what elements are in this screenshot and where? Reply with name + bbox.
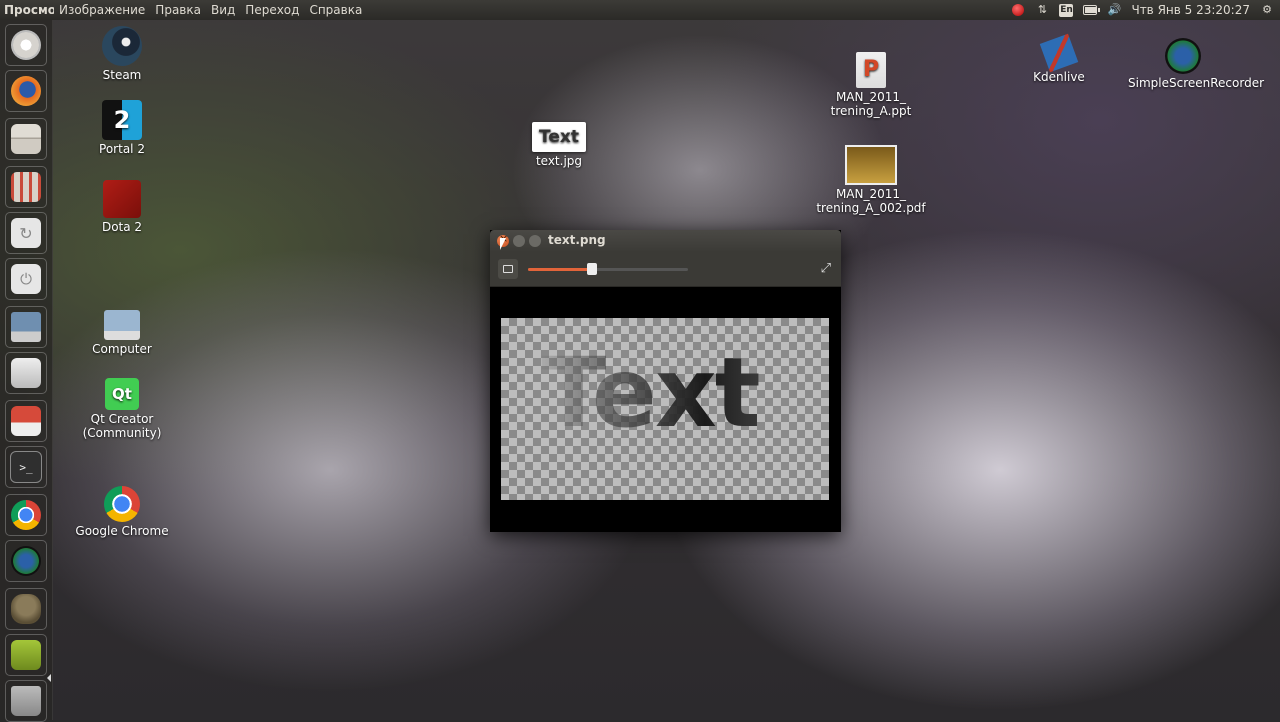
launcher: ↻ ⏻ >_ [0, 20, 53, 720]
terminal-icon: >_ [10, 451, 42, 483]
install-icon [11, 406, 41, 436]
launcher-remote-desktop[interactable] [5, 306, 47, 348]
launcher-ubuntu-dash[interactable] [5, 24, 47, 66]
desktop-icon-simplescreenrecorder[interactable]: SimpleScreenRecorder [1128, 38, 1265, 90]
ubuntu-logo-icon [11, 30, 41, 60]
system-tray: ⇅ En 🔊 Чтв Янв 5 23:20:27 ⚙ [1011, 0, 1274, 20]
keyboard-layout-label: En [1059, 3, 1074, 17]
zoom-slider[interactable] [528, 263, 688, 275]
desktop-icon-label: Qt Creator (Community) [82, 412, 162, 440]
menu-image[interactable]: Изображение [54, 0, 150, 20]
pdf-file-icon [845, 145, 897, 185]
desktop-icon-label: MAN_2011_ trening_A_002.pdf [816, 187, 926, 215]
network-icon[interactable]: ⇅ [1035, 3, 1049, 17]
launcher-firefox[interactable] [5, 70, 47, 112]
ppt-file-icon: P [856, 52, 886, 88]
launcher-trash[interactable] [5, 680, 47, 722]
launcher-gimp[interactable] [5, 588, 47, 630]
qt-creator-icon: Qt [105, 378, 139, 410]
active-app-name: Просмотр [4, 3, 54, 17]
tools-icon [11, 358, 41, 388]
desktop-icon-pdf-file[interactable]: MAN_2011_ trening_A_002.pdf [816, 145, 926, 215]
image-file-icon: Text [532, 122, 586, 152]
desktop-icon-dota2[interactable]: Dota 2 [67, 180, 177, 234]
zoom-slider-handle[interactable] [587, 263, 597, 275]
desktop-icon-label: MAN_2011_ trening_A.ppt [830, 90, 912, 118]
image-content-text: Text [541, 337, 761, 449]
desktop-icon-kdenlive[interactable]: Kdenlive [1004, 33, 1114, 84]
menu-help[interactable]: Справка [304, 0, 367, 20]
desktop-icon-label: Computer [92, 342, 152, 356]
launcher-files[interactable] [5, 118, 47, 160]
desktop-icon-label: Steam [102, 68, 142, 82]
menu-view[interactable]: Вид [206, 0, 240, 20]
screen-recorder-icon [1165, 38, 1201, 74]
menu-go[interactable]: Переход [240, 0, 304, 20]
chrome-icon [104, 486, 140, 522]
record-indicator-icon[interactable] [1011, 3, 1025, 17]
image-viewer-window: text.png ⤢ Text [490, 230, 841, 532]
power-icon: ⏻ [11, 264, 41, 294]
launcher-screen-recorder[interactable] [5, 540, 47, 582]
launcher-settings[interactable] [5, 166, 47, 208]
screen-recorder-icon [11, 546, 41, 576]
firefox-icon [11, 76, 41, 106]
window-titlebar[interactable]: text.png [490, 230, 841, 252]
image-canvas: Text [501, 318, 829, 500]
desktop-icon-computer[interactable]: Computer [67, 310, 177, 356]
fullscreen-icon[interactable]: ⤢ [821, 261, 831, 276]
zoom-out-button[interactable] [498, 259, 518, 279]
menu-bar: Изображение Правка Вид Переход Справка [54, 0, 367, 20]
thumbnail-text: Text [539, 127, 579, 147]
launcher-installer[interactable] [5, 400, 47, 442]
active-launcher-indicator [47, 674, 51, 682]
launcher-chrome[interactable] [5, 494, 47, 536]
monitor-icon [11, 312, 41, 342]
desktop-icon-qt-creator[interactable]: Qt Qt Creator (Community) [67, 378, 177, 440]
desktop-icon-portal2[interactable]: 2 Portal 2 [67, 100, 177, 156]
viewer-toolbar: ⤢ [490, 252, 841, 287]
keyboard-layout-icon[interactable]: En [1059, 3, 1074, 17]
desktop-icon-label: Kdenlive [1033, 70, 1085, 84]
zoom-slider-fill [528, 268, 592, 271]
mixer-settings-icon [11, 172, 41, 202]
minimize-window-button[interactable] [513, 235, 525, 247]
launcher-image-viewer[interactable] [5, 634, 47, 676]
desktop-icon-label: text.jpg [535, 154, 583, 168]
launcher-system-tools[interactable] [5, 352, 47, 394]
launcher-update[interactable]: ↻ [5, 212, 47, 254]
chrome-icon [11, 500, 41, 530]
volume-icon[interactable]: 🔊 [1107, 3, 1122, 17]
top-panel: Просмотр Изображение Правка Вид Переход … [0, 0, 1280, 20]
steam-icon [102, 26, 142, 66]
clock[interactable]: Чтв Янв 5 23:20:27 [1131, 0, 1250, 20]
desktop-icon-label: Google Chrome [75, 524, 169, 538]
maximize-window-button[interactable] [529, 235, 541, 247]
launcher-shutdown[interactable]: ⏻ [5, 258, 47, 300]
dota2-icon [103, 180, 141, 218]
image-viewer-icon [11, 640, 41, 670]
desktop-icon-steam[interactable]: Steam [67, 26, 177, 82]
window-title: text.png [548, 233, 606, 247]
gear-icon[interactable]: ⚙ [1260, 3, 1274, 17]
portal2-icon: 2 [102, 100, 142, 140]
mouse-cursor [500, 238, 506, 250]
menu-edit[interactable]: Правка [150, 0, 206, 20]
battery-icon[interactable] [1083, 3, 1101, 17]
gimp-icon [11, 594, 41, 624]
desktop-icon-ppt-file[interactable]: P MAN_2011_ trening_A.ppt [816, 52, 926, 118]
refresh-icon: ↻ [11, 218, 41, 248]
computer-icon [104, 310, 140, 340]
desktop-icon-label: Portal 2 [99, 142, 145, 156]
trash-icon [11, 686, 41, 716]
desktop-icon-google-chrome[interactable]: Google Chrome [67, 486, 177, 538]
zoom-out-icon [503, 265, 513, 273]
kdenlive-icon [1039, 33, 1079, 73]
desktop-icon-text-jpg[interactable]: Text text.jpg [504, 122, 614, 168]
desktop-icon-label: SimpleScreenRecorder [1128, 76, 1265, 90]
file-cabinet-icon [11, 124, 41, 154]
desktop-icon-label: Dota 2 [101, 220, 143, 234]
launcher-terminal[interactable]: >_ [5, 446, 47, 488]
